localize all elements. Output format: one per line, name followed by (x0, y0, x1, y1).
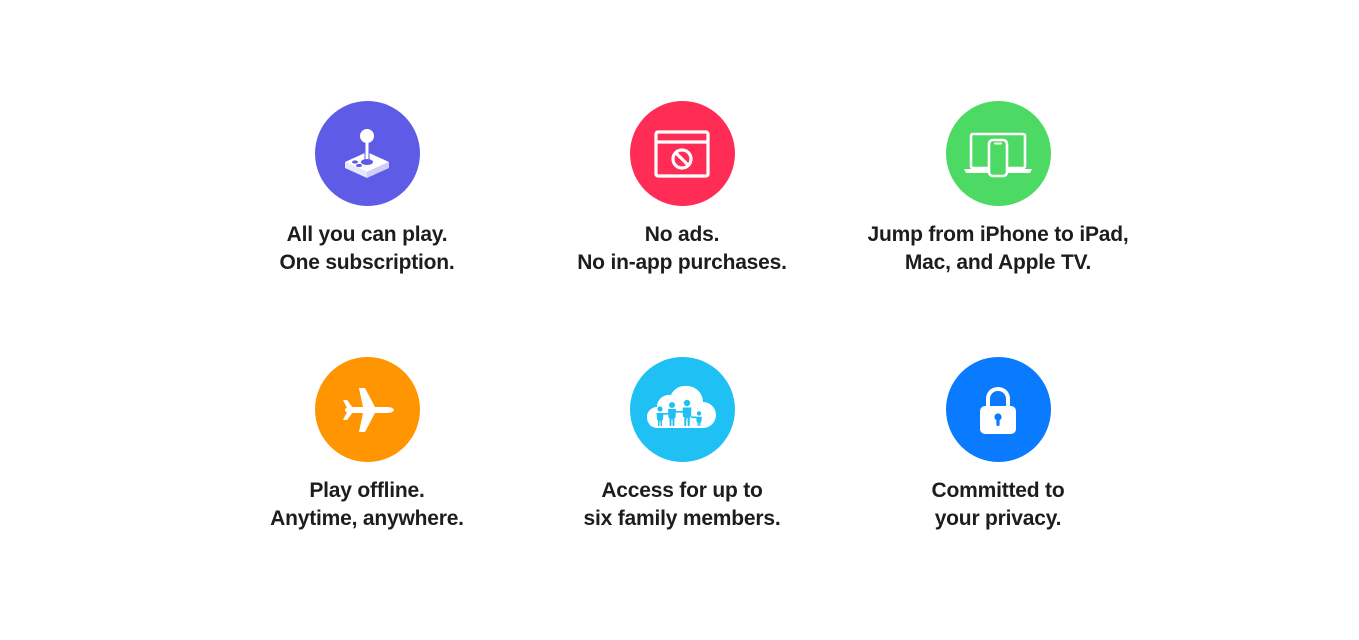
caption-line-2: Anytime, anywhere. (270, 507, 464, 530)
feature-caption: Jump from iPhone to iPad, Mac, and Apple… (867, 221, 1128, 277)
laptop-phone-icon (945, 101, 1051, 206)
arcade-joystick-icon (314, 101, 420, 206)
caption-line-1: Jump from iPhone to iPad, (867, 223, 1129, 246)
feature-caption: No ads. No in-app purchases. (577, 221, 787, 277)
feature-privacy: Committed to your privacy. (838, 357, 1158, 533)
feature-all-you-can-play: All you can play. One subscription. (207, 101, 527, 277)
airplane-icon (314, 357, 420, 462)
feature-no-ads: No ads. No in-app purchases. (522, 101, 842, 277)
lock-icon (945, 357, 1051, 462)
caption-line-2: your privacy. (934, 507, 1062, 530)
family-cloud-icon (629, 357, 735, 462)
caption-line-1: Access for up to (601, 479, 763, 502)
caption-line-2: Mac, and Apple TV. (904, 251, 1092, 274)
caption-line-2: six family members. (583, 507, 781, 530)
feature-caption: All you can play. One subscription. (279, 221, 454, 277)
caption-line-1: Committed to (931, 479, 1065, 502)
feature-play-offline: Play offline. Anytime, anywhere. (207, 357, 527, 533)
caption-line-1: No ads. (644, 223, 720, 246)
caption-line-2: No in-app purchases. (577, 251, 787, 274)
feature-cross-device: Jump from iPhone to iPad, Mac, and Apple… (838, 101, 1158, 277)
no-ads-window-icon (629, 101, 735, 206)
feature-family-sharing: Access for up to six family members. (522, 357, 842, 533)
feature-caption: Play offline. Anytime, anywhere. (270, 477, 464, 533)
caption-line-2: One subscription. (279, 251, 455, 274)
feature-caption: Access for up to six family members. (584, 477, 781, 533)
caption-line-1: All you can play. (286, 223, 448, 246)
feature-caption: Committed to your privacy. (932, 477, 1065, 533)
caption-line-1: Play offline. (309, 479, 425, 502)
